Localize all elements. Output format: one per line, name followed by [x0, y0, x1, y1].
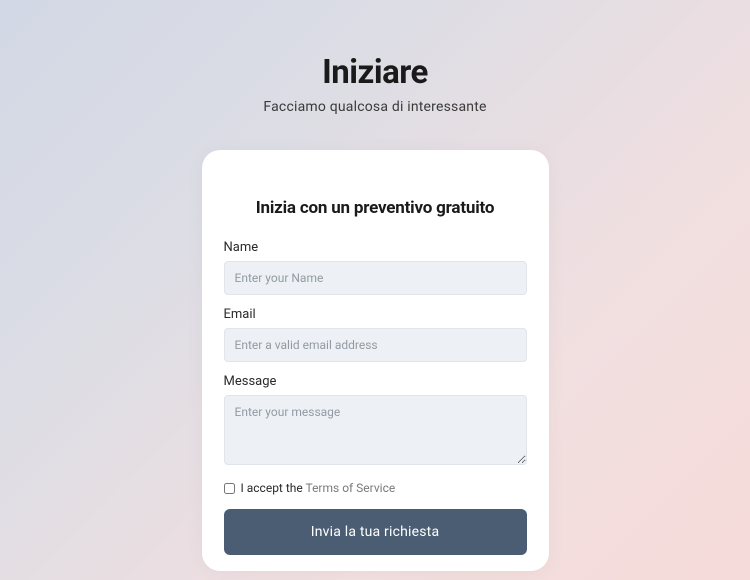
- name-field-group: Name: [224, 240, 527, 295]
- message-input[interactable]: [224, 395, 527, 465]
- terms-row: I accept the Terms of Service: [224, 481, 527, 495]
- terms-checkbox[interactable]: [224, 483, 235, 494]
- name-label: Name: [224, 240, 527, 255]
- email-label: Email: [224, 307, 527, 322]
- message-label: Message: [224, 374, 527, 389]
- page-subtitle: Facciamo qualcosa di interessante: [263, 99, 486, 115]
- message-field-group: Message: [224, 374, 527, 469]
- email-field-group: Email: [224, 307, 527, 362]
- page-title: Iniziare: [322, 53, 428, 92]
- form-title: Inizia con un preventivo gratuito: [224, 198, 527, 218]
- page-container: Iniziare Facciamo qualcosa di interessan…: [0, 0, 750, 571]
- terms-link[interactable]: Terms of Service: [305, 481, 395, 495]
- terms-accept-text: I accept the: [241, 481, 306, 495]
- form-card: Inizia con un preventivo gratuito Name E…: [202, 150, 549, 571]
- name-input[interactable]: [224, 261, 527, 295]
- terms-label: I accept the Terms of Service: [241, 481, 396, 495]
- submit-button[interactable]: Invia la tua richiesta: [224, 509, 527, 555]
- email-input[interactable]: [224, 328, 527, 362]
